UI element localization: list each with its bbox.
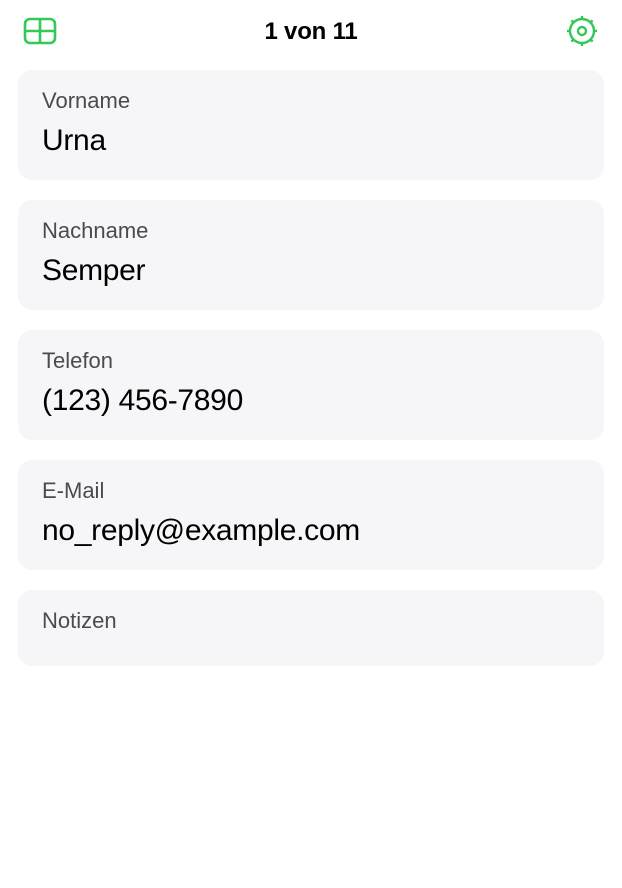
field-email[interactable]: E-Mail no_reply@example.com xyxy=(18,460,604,570)
settings-button[interactable] xyxy=(564,14,600,50)
header: 1 von 11 xyxy=(0,0,622,58)
field-value[interactable]: Semper xyxy=(42,254,580,288)
grid-view-button[interactable] xyxy=(22,14,58,50)
record-counter: 1 von 11 xyxy=(264,18,357,46)
field-notizen[interactable]: Notizen xyxy=(18,590,604,666)
field-label: Telefon xyxy=(42,348,580,374)
field-vorname[interactable]: Vorname Urna xyxy=(18,70,604,180)
field-value[interactable]: (123) 456-7890 xyxy=(42,384,580,418)
form-content: Vorname Urna Nachname Semper Telefon (12… xyxy=(0,58,622,666)
field-value[interactable]: Urna xyxy=(42,124,580,158)
field-label: E-Mail xyxy=(42,478,580,504)
table-grid-icon xyxy=(23,14,57,51)
field-telefon[interactable]: Telefon (123) 456-7890 xyxy=(18,330,604,440)
field-nachname[interactable]: Nachname Semper xyxy=(18,200,604,310)
gear-icon xyxy=(565,14,599,51)
field-label: Notizen xyxy=(42,608,580,634)
field-value[interactable]: no_reply@example.com xyxy=(42,514,580,548)
field-label: Vorname xyxy=(42,88,580,114)
field-label: Nachname xyxy=(42,218,580,244)
